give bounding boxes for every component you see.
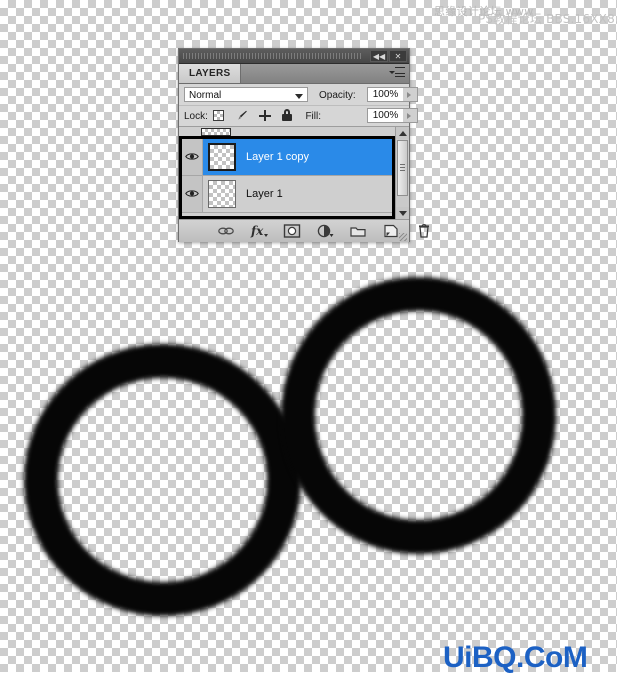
layers-panel: ◀◀ ✕ LAYERS Normal Opacity: 100% Lock: F… xyxy=(178,48,429,242)
collapse-icon[interactable]: ◀◀ xyxy=(370,50,388,62)
watermark-top-line2: PS教程论坛 BBS.16XX8.CoM xyxy=(478,12,617,26)
panel-resize-grip[interactable] xyxy=(399,233,407,241)
lock-icon-group xyxy=(212,108,300,124)
layer-thumbnail xyxy=(201,128,231,136)
photoshop-canvas: 思缘设计论坛 www PS教程论坛 BBS.16XX8.CoM UiBQ.CoM… xyxy=(0,0,617,674)
panel-bottom-toolbar: fx xyxy=(179,219,429,242)
half-circle-icon[interactable] xyxy=(316,223,334,239)
link-icon[interactable] xyxy=(217,223,235,239)
lock-image-pixels-icon[interactable] xyxy=(235,108,249,123)
lock-transparent-pixels-icon[interactable] xyxy=(212,108,226,123)
layer-name-label: Layer 1 copy xyxy=(246,151,309,163)
layer-thumbnail[interactable] xyxy=(208,180,236,208)
layer-visibility-toggle[interactable] xyxy=(182,176,203,212)
fill-input[interactable]: 100% xyxy=(367,108,404,123)
scroll-up-icon[interactable] xyxy=(396,127,409,139)
tab-layers[interactable]: LAYERS xyxy=(179,64,242,83)
opacity-stepper[interactable] xyxy=(403,87,418,102)
layer-thumbnail[interactable] xyxy=(208,143,236,171)
chevron-down-icon xyxy=(295,94,303,99)
eye-icon xyxy=(185,190,199,197)
panel-tab-strip: LAYERS xyxy=(179,64,409,84)
eye-icon xyxy=(185,153,199,160)
panel-titlebar[interactable]: ◀◀ ✕ xyxy=(179,49,409,64)
blend-mode-row: Normal Opacity: 100% xyxy=(179,84,418,106)
close-icon[interactable]: ✕ xyxy=(389,50,407,62)
layer-rows-container: Layer 1 copy Layer 1 xyxy=(179,136,395,219)
opacity-input[interactable]: 100% xyxy=(367,87,404,102)
layer-name-label: Layer 1 xyxy=(246,188,283,200)
new-page-icon[interactable] xyxy=(382,223,400,239)
blend-mode-value: Normal xyxy=(189,90,222,101)
table-row[interactable]: Layer 1 copy xyxy=(182,139,392,176)
scrollbar-thumb[interactable] xyxy=(397,140,408,196)
mask-icon[interactable] xyxy=(283,223,301,239)
lock-position-icon[interactable] xyxy=(258,108,272,123)
layer-visibility-toggle[interactable] xyxy=(182,139,203,175)
lock-all-icon[interactable] xyxy=(280,108,294,123)
folder-icon[interactable] xyxy=(349,223,367,239)
opacity-label: Opacity: xyxy=(319,90,356,101)
scroll-down-icon[interactable] xyxy=(396,207,409,219)
trash-icon[interactable] xyxy=(415,223,433,239)
watermark-bottom: UiBQ.CoM xyxy=(443,641,588,674)
fill-label: Fill: xyxy=(305,111,321,122)
right-ring-shape xyxy=(281,277,556,554)
lock-row: Lock: Fill: 100% xyxy=(179,106,418,127)
fill-stepper[interactable] xyxy=(403,108,418,123)
left-ring-shape xyxy=(24,344,301,616)
lock-label: Lock: xyxy=(184,111,208,122)
blend-mode-select[interactable]: Normal xyxy=(184,87,308,102)
panel-menu-icon[interactable] xyxy=(389,67,405,80)
table-row[interactable]: Layer 1 xyxy=(182,176,392,213)
titlebar-grip[interactable] xyxy=(183,53,363,59)
watermark-top: 思缘设计论坛 www PS教程论坛 BBS.16XX8.CoM xyxy=(434,6,617,36)
fx-icon[interactable]: fx xyxy=(250,223,268,239)
layer-list-scrollbar[interactable] xyxy=(395,127,409,219)
svg-text:fx: fx xyxy=(250,224,264,238)
layer-list: Layer 1 copy Layer 1 xyxy=(179,127,409,219)
